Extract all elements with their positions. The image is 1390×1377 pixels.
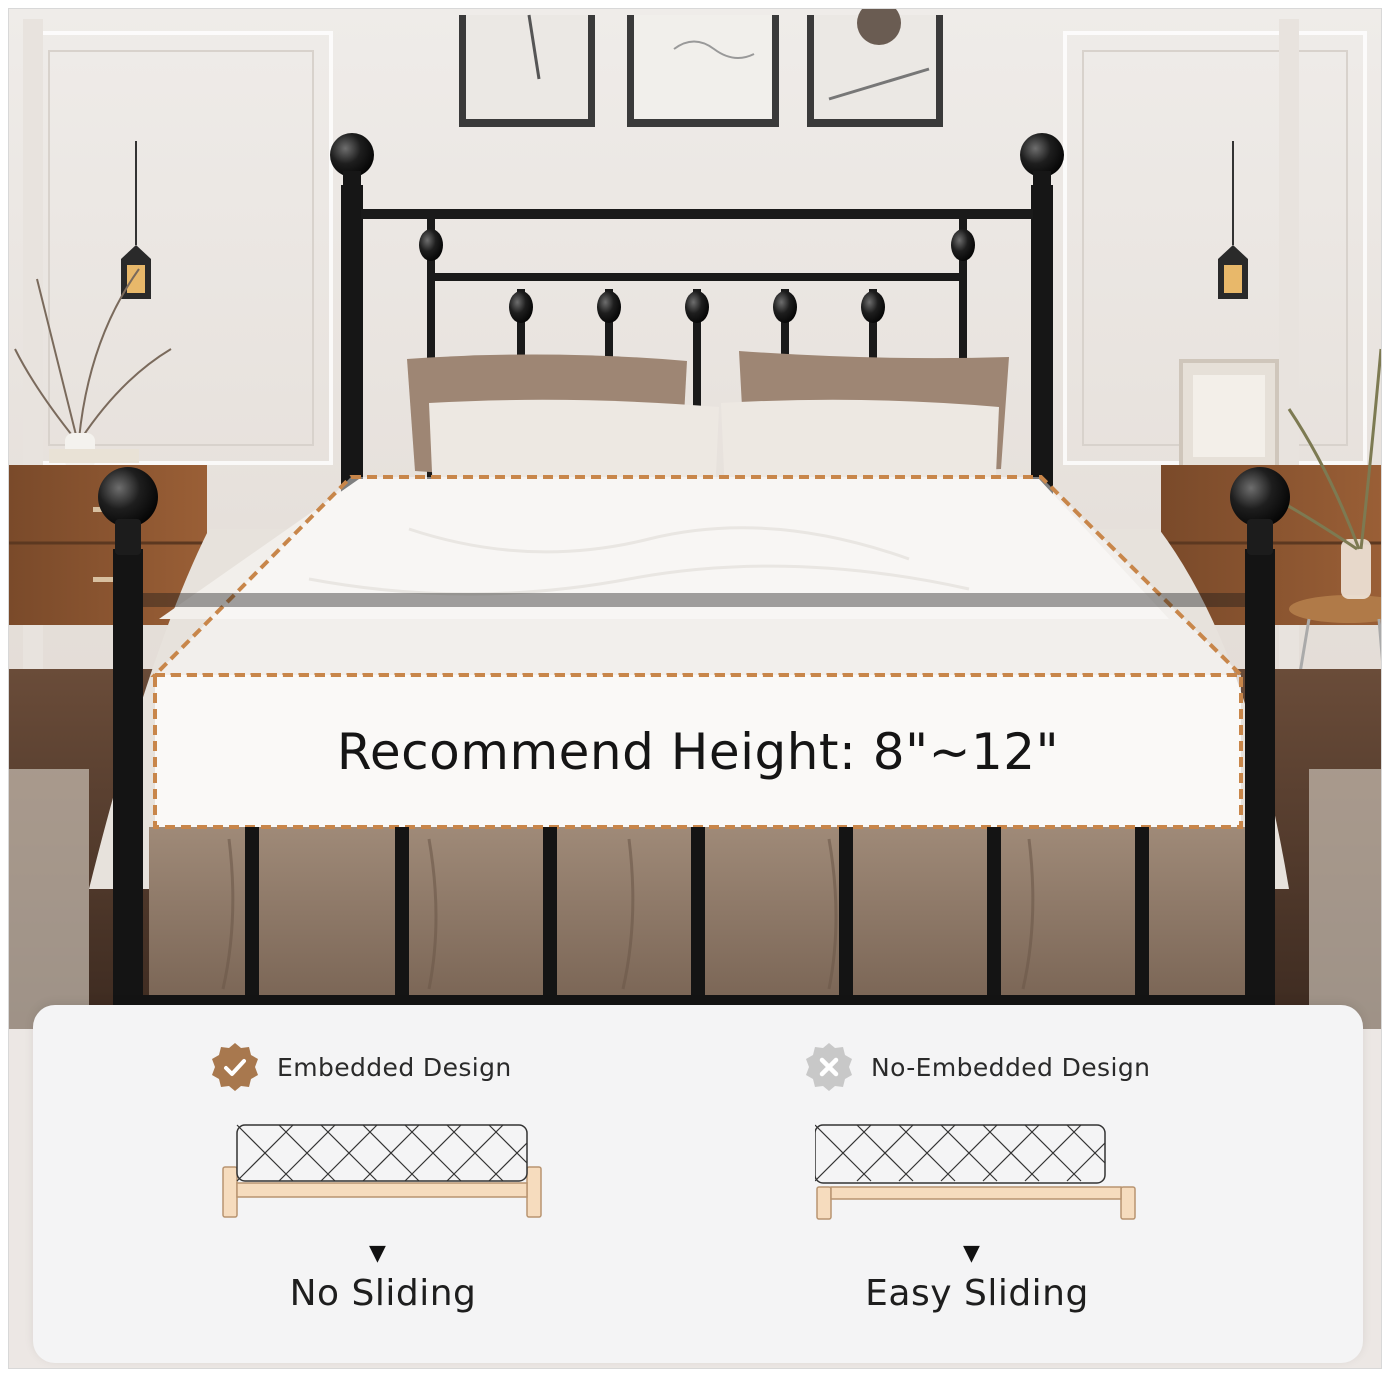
no-embedded-design-label: No-Embedded Design (871, 1052, 1151, 1082)
recommend-height-text: Recommend Height: 8"~12" (336, 723, 1060, 781)
height-callout: Recommend Height: 8"~12" (155, 677, 1241, 827)
no-sliding-label: No Sliding (289, 1273, 477, 1314)
non-embedded-frame-diagram (815, 1124, 1136, 1220)
easy-sliding-label: Easy Sliding (865, 1273, 1089, 1314)
product-image-frame: Recommend Height: 8"~12" Embedded Design… (8, 8, 1382, 1369)
embedded-design-label: Embedded Design (277, 1052, 512, 1082)
check-badge-icon (212, 1043, 258, 1091)
down-arrow-icon: ▼ (369, 1241, 386, 1266)
no-embedded-design-column: No-Embedded Design ▼ Easy Sliding (787, 1005, 1347, 1363)
x-badge-icon (806, 1043, 852, 1091)
embedded-design-column: Embedded Design ▼ No Sliding (193, 1005, 753, 1363)
embedded-design-legend: Embedded Design (209, 1041, 512, 1093)
down-arrow-icon: ▼ (963, 1241, 980, 1266)
comparison-panel: Embedded Design ▼ No Sliding No-Embedded… (33, 1005, 1363, 1363)
wall-art (459, 9, 943, 127)
no-embedded-design-legend: No-Embedded Design (803, 1041, 1150, 1093)
embedded-frame-diagram (222, 1124, 542, 1218)
